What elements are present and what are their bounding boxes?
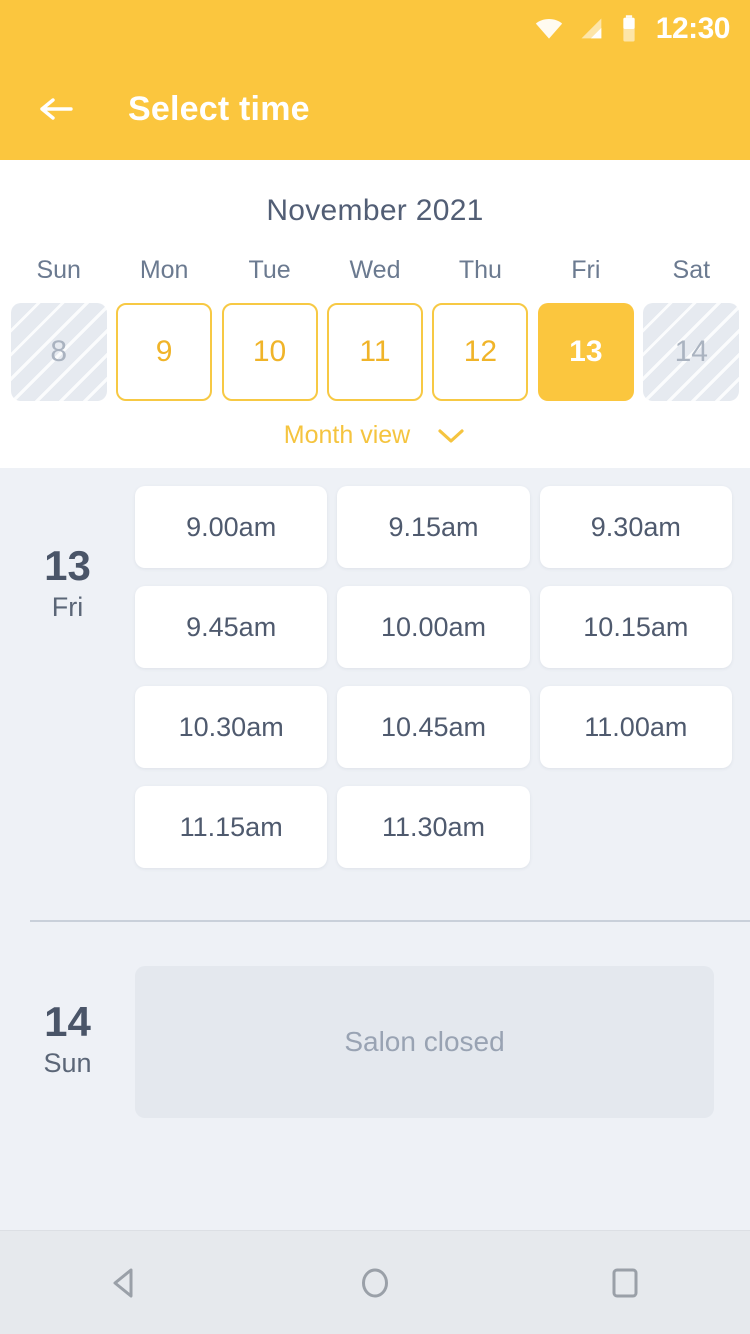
time-slot[interactable]: 10.15am bbox=[539, 586, 732, 668]
weekday-label: Tue bbox=[248, 256, 291, 284]
status-bar-clock: 12:30 bbox=[655, 12, 731, 45]
calendar-weekday-header: Sun Mon Tue Wed Thu Fri Sat bbox=[0, 256, 750, 285]
schedule-day-name: Fri bbox=[51, 592, 84, 623]
time-slot[interactable]: 9.45am bbox=[135, 586, 328, 668]
calendar-panel: November 2021 Sun Mon Tue Wed Thu Fri Sa… bbox=[0, 160, 750, 468]
signal-icon bbox=[578, 15, 606, 43]
time-slot[interactable]: 11.15am bbox=[135, 786, 328, 868]
square-recents-icon bbox=[612, 1268, 638, 1297]
app-bar: Select time bbox=[0, 58, 750, 160]
schedule-day-number: 13 bbox=[44, 542, 91, 589]
calendar-day-cell: 14 bbox=[643, 303, 740, 401]
time-slot-column: 9.00am 9.15am 9.30am 9.45am 10.00am 10.1… bbox=[135, 486, 750, 868]
weekday-label: Sat bbox=[672, 256, 711, 284]
calendar-day-cell-selected[interactable]: 13 bbox=[537, 303, 634, 401]
calendar-day-cell: 8 bbox=[10, 303, 107, 401]
time-slot[interactable]: 9.00am bbox=[135, 486, 328, 568]
calendar-month-label: November 2021 bbox=[266, 194, 484, 227]
time-slot[interactable]: 10.45am bbox=[337, 686, 530, 768]
triangle-back-icon bbox=[113, 1268, 133, 1297]
schedule-list: 13 Fri 9.00am 9.15am 9.30am 9.45am 10.00… bbox=[0, 468, 750, 1230]
weekday-label: Sun bbox=[36, 256, 81, 284]
page-title: Select time bbox=[128, 89, 310, 128]
month-view-toggle[interactable]: Month view bbox=[0, 421, 750, 456]
schedule-day-group-closed: 14 Sun Salon closed bbox=[0, 922, 750, 1118]
nav-recents-button[interactable] bbox=[565, 1248, 685, 1318]
time-slot[interactable]: 10.00am bbox=[337, 586, 530, 668]
android-nav-bar bbox=[0, 1230, 750, 1334]
nav-back-button[interactable] bbox=[65, 1248, 185, 1318]
calendar-day-row: 8 9 10 11 12 13 14 bbox=[0, 303, 750, 401]
nav-home-button[interactable] bbox=[315, 1248, 435, 1318]
arrow-left-icon bbox=[40, 98, 73, 120]
time-slot[interactable]: 10.30am bbox=[135, 686, 328, 768]
time-slot[interactable]: 9.30am bbox=[539, 486, 732, 568]
weekday-label: Thu bbox=[458, 256, 502, 284]
schedule-day-group: 13 Fri 9.00am 9.15am 9.30am 9.45am 10.00… bbox=[0, 468, 750, 868]
status-bar: 12:30 bbox=[0, 0, 750, 58]
calendar-day-cell[interactable]: 9 bbox=[116, 303, 213, 401]
time-slot[interactable]: 9.15am bbox=[337, 486, 530, 568]
weekday-label: Mon bbox=[139, 256, 189, 284]
schedule-day-label: 13 Fri bbox=[0, 486, 135, 868]
back-button[interactable] bbox=[30, 83, 82, 135]
schedule-day-number: 14 bbox=[44, 998, 91, 1045]
schedule-day-name: Sun bbox=[43, 1048, 92, 1079]
chevron-down-icon bbox=[438, 428, 464, 443]
battery-icon bbox=[620, 14, 638, 44]
weekday-label: Wed bbox=[349, 256, 401, 284]
time-slot[interactable]: 11.30am bbox=[337, 786, 530, 868]
calendar-day-cell[interactable]: 11 bbox=[326, 303, 423, 401]
time-slot-grid: 9.00am 9.15am 9.30am 9.45am 10.00am 10.1… bbox=[135, 486, 732, 868]
circle-home-icon bbox=[362, 1268, 388, 1297]
time-slot[interactable]: 11.00am bbox=[539, 686, 732, 768]
wifi-icon bbox=[534, 14, 564, 44]
month-view-label: Month view bbox=[283, 421, 411, 449]
calendar-day-cell[interactable]: 12 bbox=[432, 303, 529, 401]
schedule-day-label: 14 Sun bbox=[0, 966, 135, 1118]
calendar-day-cell[interactable]: 10 bbox=[221, 303, 318, 401]
weekday-label: Fri bbox=[571, 256, 601, 284]
salon-closed-notice: Salon closed bbox=[135, 966, 714, 1118]
phone-screen: 12:30 Select time November 2021 Sun Mon … bbox=[0, 0, 750, 1334]
